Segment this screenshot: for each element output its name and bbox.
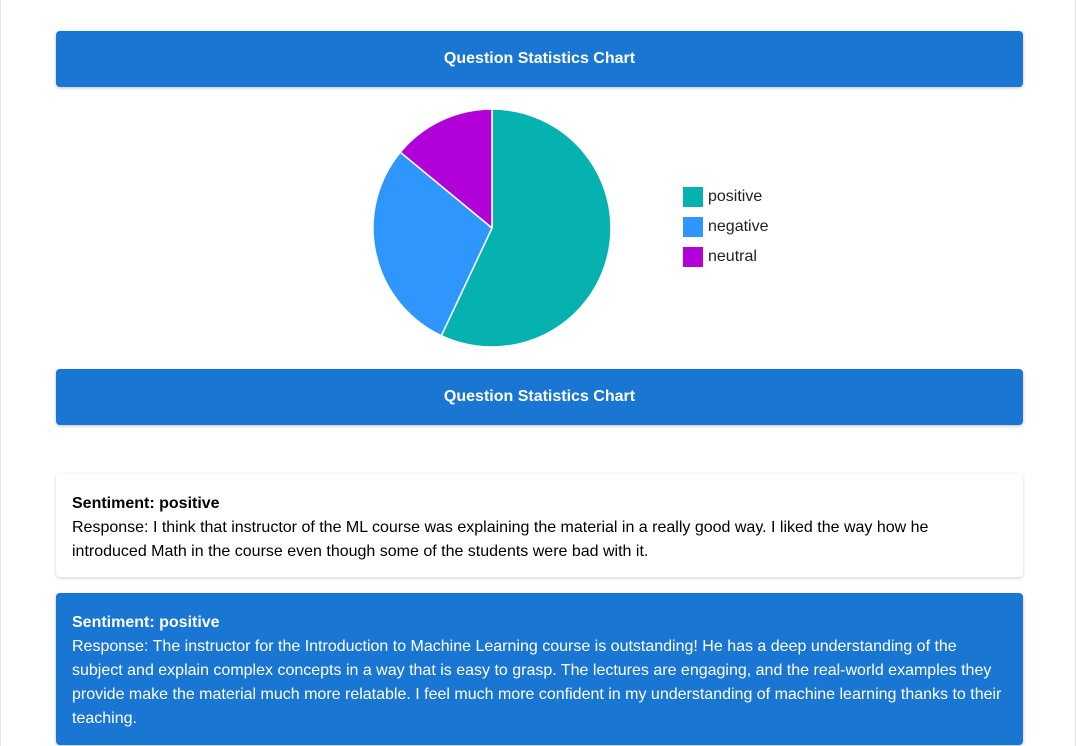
legend-item-neutral[interactable]: neutral [683,247,769,267]
response-sentiment: Sentiment: positive [72,495,220,512]
legend-label-positive: positive [708,188,763,205]
chart-legend: positive negative neutral [683,187,769,277]
pie-chart-area: positive negative neutral [1,100,1076,360]
response-sentiment: Sentiment: positive [72,614,220,631]
response-text: Response: The instructor for the Introdu… [72,638,1002,727]
legend-item-positive[interactable]: positive [683,187,769,207]
chart-header-button[interactable]: Question Statistics Chart [56,31,1023,87]
pie-chart [372,108,612,348]
legend-swatch-negative [683,217,703,237]
page: Question Statistics Chart positive negat… [0,0,1076,746]
chart-header-button-secondary[interactable]: Question Statistics Chart [56,369,1023,425]
chart-header-title-secondary: Question Statistics Chart [443,388,636,405]
response-card-selected[interactable]: Sentiment: positive Response: The instru… [56,593,1023,745]
legend-swatch-neutral [683,247,703,267]
legend-item-negative[interactable]: negative [683,217,769,237]
response-text: Response: I think that instructor of the… [72,519,929,560]
legend-label-negative: negative [708,218,769,235]
legend-swatch-positive [683,187,703,207]
response-card[interactable]: Sentiment: positive Response: I think th… [56,474,1023,577]
legend-label-neutral: neutral [708,248,757,265]
chart-header-title: Question Statistics Chart [443,50,636,67]
